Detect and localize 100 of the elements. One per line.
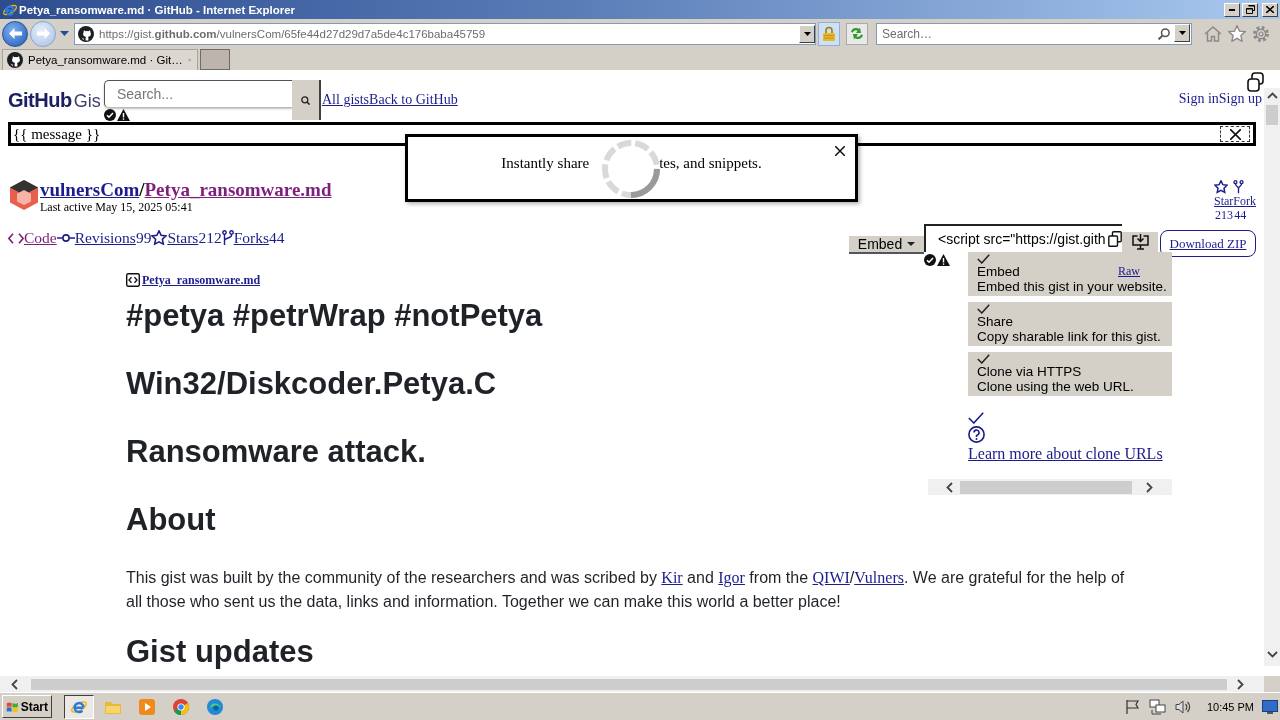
raw-link[interactable]: Raw (1118, 264, 1140, 278)
clone-option[interactable]: Clone via HTTPS Clone using the web URL. (968, 352, 1172, 396)
nav-link[interactable]: Back to GitHub (369, 92, 458, 108)
cat-icon (78, 25, 94, 42)
auth-link[interactable]: Sign in (1178, 91, 1219, 107)
chevron-right-icon[interactable] (1146, 481, 1153, 493)
horizontal-scrollbar[interactable] (928, 479, 1172, 495)
address-dropdown-button[interactable] (799, 24, 815, 43)
message-text: {{ message }} (13, 125, 101, 143)
arrow-left-icon (8, 28, 22, 39)
warning-icon (117, 109, 130, 121)
flag-icon[interactable] (1125, 699, 1140, 714)
network-icon[interactable] (1148, 698, 1166, 715)
text-link[interactable]: Kir (661, 569, 683, 586)
count-text: 44 (1234, 208, 1247, 222)
scroll-thumb[interactable] (31, 678, 1227, 690)
content-heading: #petya #petrWrap #notPetya (126, 298, 543, 334)
refresh-button[interactable] (846, 22, 868, 45)
wave-logo-icon[interactable] (207, 698, 223, 715)
text-link[interactable]: QIWI (812, 569, 850, 586)
scroll-thumb[interactable] (1266, 105, 1278, 125)
gist-tab-link[interactable]: Code (24, 229, 57, 247)
start-button[interactable]: Start (2, 695, 52, 718)
separator-text: / (139, 179, 145, 200)
copy-icon[interactable] (1108, 231, 1122, 247)
embed-menu-button[interactable]: Embed (849, 236, 924, 254)
copy-icon[interactable] (1247, 72, 1264, 92)
text-link[interactable]: Vulners (854, 569, 904, 586)
help-link[interactable]: Learn more about clone URLs (968, 445, 1163, 463)
paragraph-text: This gist was built by the community of the researchers and was scribed by Kir and Igor from the QIWI/Vulners. We are grateful for the help of all those who sent us the data, links and information. Together we can make this world a better place! (126, 568, 1126, 612)
option-title: Embed (977, 264, 1020, 279)
monitor-download-icon (1131, 234, 1149, 250)
new-tab-button[interactable] (200, 49, 230, 70)
vertical-scrollbar[interactable] (1264, 88, 1280, 666)
lock-icon (823, 26, 835, 41)
close-icon[interactable] (835, 146, 845, 156)
notice-text: tes, and snippets. (659, 154, 762, 172)
gist-tab-link[interactable]: Revisions (74, 229, 136, 247)
cat-icon (7, 52, 23, 68)
cube-avatar-icon (10, 180, 38, 210)
loading-spinner-icon (601, 139, 661, 199)
chevron-down-icon[interactable] (1266, 651, 1278, 658)
caret-icon (1178, 30, 1186, 35)
action-link[interactable]: Fork (1233, 194, 1256, 208)
caret-icon (803, 31, 811, 36)
star-icon[interactable] (1228, 25, 1246, 42)
check-circle-icon (104, 109, 116, 121)
close-icon (1266, 6, 1274, 13)
scroll-thumb[interactable] (960, 480, 1132, 494)
chevron-up-icon[interactable] (1266, 92, 1278, 99)
option-title: Clone via HTTPS (977, 364, 1082, 379)
file-name-link[interactable]: Petya_ransomware.md (142, 272, 261, 288)
close-button[interactable] (1220, 126, 1250, 142)
window-title: Petya_ransomware.md · GitHub - Internet Explorer (19, 3, 296, 16)
download-zip-button[interactable]: Download ZIP (1160, 230, 1256, 257)
speaker-icon[interactable] (1174, 699, 1191, 714)
file-code-icon (126, 273, 140, 287)
circle-logo-icon[interactable] (173, 698, 189, 715)
restore-button[interactable] (1242, 2, 1258, 17)
gist-tab-link[interactable]: Forks (233, 229, 269, 247)
question-circle-icon (968, 426, 985, 443)
address-field[interactable]: https://gist.github.com/vulnersCom/65fe44d27d29d7a5de4c176baba45759 (74, 22, 816, 45)
content-heading: Gist updates (126, 634, 314, 670)
monitor-icon[interactable] (1262, 699, 1278, 714)
browser-tab[interactable]: Petya_ransomware.md · Git… (2, 49, 198, 70)
content-heading: Ransomware attack. (126, 434, 426, 470)
star-icon (1214, 180, 1228, 194)
close-icon (1229, 128, 1241, 140)
check-icon (968, 412, 984, 424)
search-button[interactable] (292, 80, 321, 120)
embed-code-field[interactable]: <script src="https://gist.gith (924, 224, 1122, 252)
code-icon (8, 232, 24, 244)
logo-text[interactable]: Gis (73, 90, 101, 112)
option-description: Copy sharable link for this gist. (977, 329, 1161, 344)
commit-icon (56, 234, 75, 242)
clock-text: 10:45 PM (1206, 700, 1254, 713)
chevron-right-icon[interactable] (1237, 678, 1244, 690)
search-field[interactable]: Search... (104, 80, 292, 108)
nav-link[interactable]: All gists (322, 92, 370, 108)
gist-tab-link[interactable]: Stars (167, 229, 199, 247)
action-link[interactable]: Star (1214, 194, 1234, 208)
clone-option[interactable]: Share Copy sharable link for this gist. (968, 302, 1172, 346)
browser-taskbar-button[interactable] (64, 694, 94, 719)
download-button[interactable] (1122, 232, 1158, 254)
chevron-left-icon[interactable] (11, 678, 18, 690)
warning-icon (937, 254, 950, 266)
chevron-left-icon[interactable] (946, 481, 953, 493)
gist-name-link[interactable]: Petya_ransomware.md (144, 179, 332, 200)
auth-link[interactable]: Sign up (1218, 91, 1262, 107)
logo-text[interactable]: GitHub (8, 88, 72, 112)
fork-icon (221, 230, 234, 246)
star-icon (151, 230, 168, 246)
restore-icon (1245, 5, 1255, 14)
owner-link[interactable]: vulnersCom (40, 179, 140, 200)
search-icon[interactable] (1158, 27, 1170, 40)
back-button[interactable] (2, 20, 28, 47)
text-link[interactable]: Igor (718, 569, 745, 586)
minimize-button[interactable] (1224, 2, 1240, 17)
search-field[interactable]: Search… (876, 22, 1192, 45)
horizontal-scrollbar[interactable] (0, 676, 1264, 692)
